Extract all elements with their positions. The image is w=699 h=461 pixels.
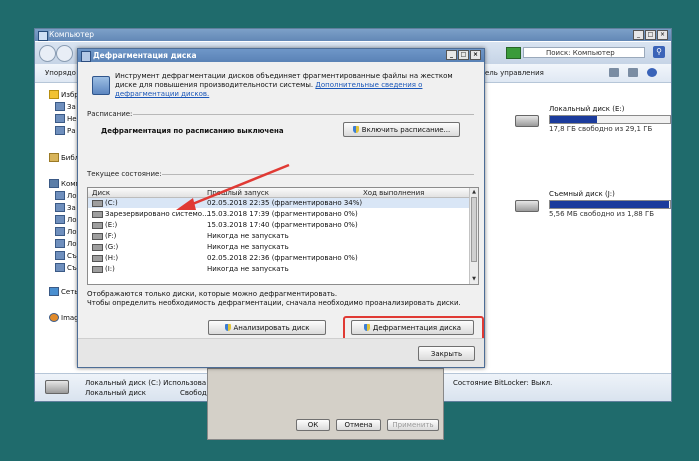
- arrow-head: [176, 198, 196, 210]
- annotation-arrow: [176, 163, 290, 210]
- arrow-shaft: [189, 163, 290, 207]
